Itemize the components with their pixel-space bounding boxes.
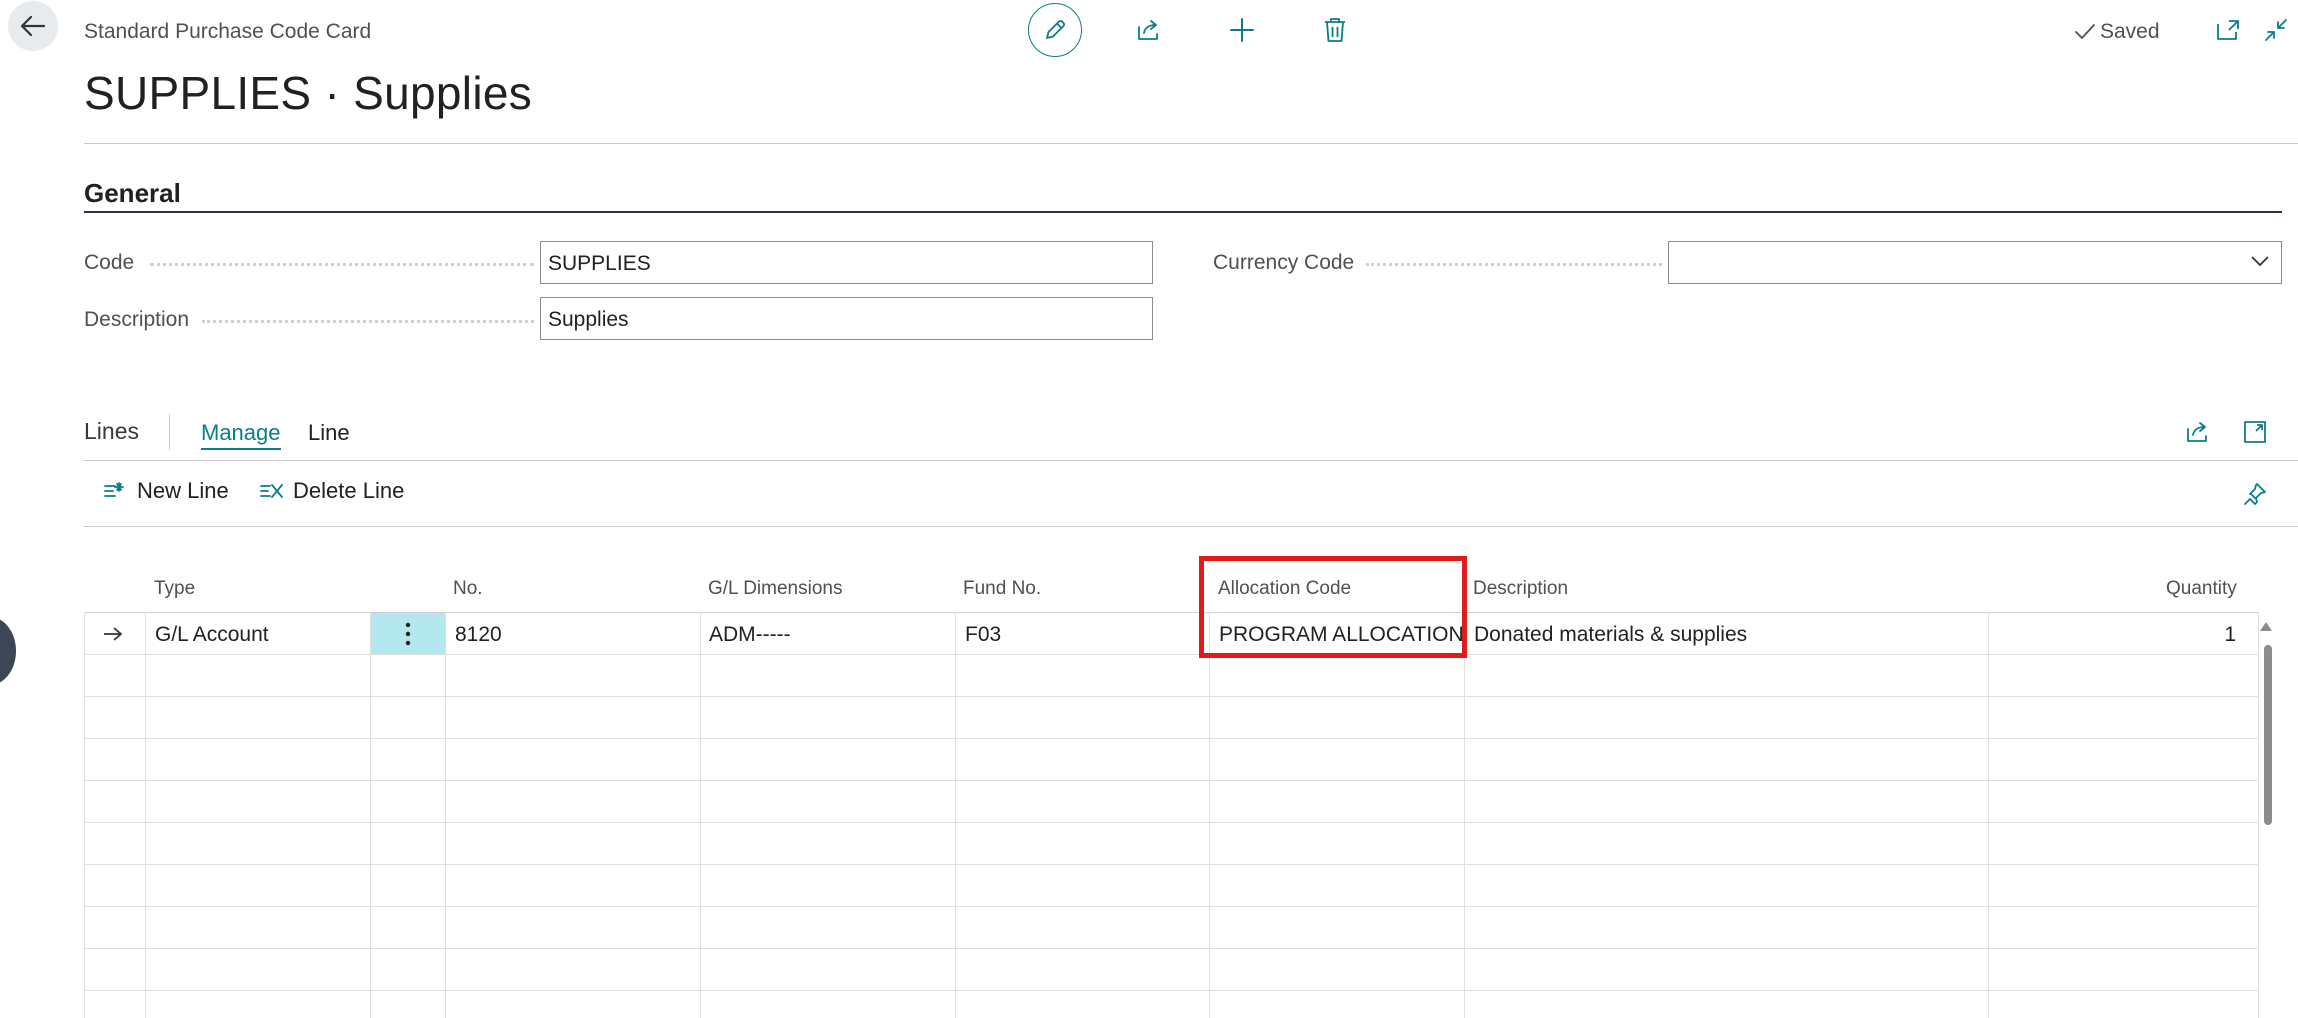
pin-icon bbox=[2244, 483, 2266, 505]
col-header-fund-no[interactable]: Fund No. bbox=[963, 578, 1041, 600]
section-title-general: General bbox=[84, 178, 181, 208]
grid-col-line bbox=[1464, 612, 1465, 1018]
scroll-thumb[interactable] bbox=[2264, 645, 2272, 825]
grid-col-line bbox=[700, 612, 701, 1018]
chevron-down-icon[interactable] bbox=[2250, 255, 2270, 267]
section-divider bbox=[84, 211, 2282, 213]
saved-status: Saved bbox=[2074, 20, 2160, 44]
pin-button[interactable] bbox=[2243, 482, 2267, 506]
share-button[interactable] bbox=[1120, 0, 1178, 60]
collapse-button[interactable] bbox=[2254, 0, 2298, 60]
col-header-quantity[interactable]: Quantity bbox=[2166, 578, 2237, 600]
lines-share-button[interactable] bbox=[2185, 420, 2211, 444]
grid-row-line bbox=[84, 822, 2259, 823]
share-icon bbox=[1138, 20, 1158, 40]
col-header-type[interactable]: Type bbox=[154, 578, 195, 600]
back-button[interactable] bbox=[8, 1, 58, 51]
col-header-description[interactable]: Description bbox=[1473, 578, 1568, 600]
lines-divider-top bbox=[84, 460, 2298, 461]
trash-icon bbox=[1325, 18, 1345, 42]
grid-col-line bbox=[370, 612, 371, 1018]
grid-col-line bbox=[145, 612, 146, 1018]
cell-description[interactable]: Donated materials & supplies bbox=[1474, 623, 1747, 647]
plus-icon bbox=[1230, 18, 1254, 42]
grid-row-line bbox=[84, 738, 2259, 739]
grid-col-line bbox=[84, 612, 85, 1018]
new-line-icon bbox=[104, 482, 124, 497]
currency-code-select[interactable] bbox=[1668, 241, 2282, 284]
grid-col-line bbox=[955, 612, 956, 1018]
checkmark-icon bbox=[2075, 24, 2095, 40]
grid-col-line bbox=[445, 612, 446, 1018]
cell-no[interactable]: 8120 bbox=[455, 623, 502, 647]
col-header-gl-dimensions[interactable]: G/L Dimensions bbox=[708, 578, 842, 600]
grid-row-line bbox=[84, 990, 2259, 991]
cell-quantity[interactable]: 1 bbox=[2200, 623, 2236, 647]
code-label: Code bbox=[84, 251, 135, 274]
grid-row-line bbox=[84, 864, 2259, 865]
cell-type[interactable]: G/L Account bbox=[155, 623, 269, 647]
page-title: SUPPLIES · Supplies bbox=[84, 67, 533, 119]
open-in-new-window-icon bbox=[2217, 20, 2239, 40]
pencil-icon bbox=[1046, 19, 1066, 39]
header-divider bbox=[84, 143, 2298, 144]
row-actions-button[interactable] bbox=[371, 613, 445, 654]
new-line-button[interactable]: New Line bbox=[103, 478, 229, 504]
open-new-window-button[interactable] bbox=[2199, 0, 2257, 60]
currency-code-label: Currency Code bbox=[1213, 251, 1355, 274]
grid-row-line bbox=[84, 654, 2259, 655]
description-label: Description bbox=[84, 308, 190, 331]
code-field[interactable]: SUPPLIES bbox=[540, 241, 1153, 284]
more-vertical-icon bbox=[405, 622, 411, 645]
code-leader-dots bbox=[150, 263, 534, 266]
cell-fund-no[interactable]: F03 bbox=[965, 623, 1001, 647]
grid-row-line bbox=[84, 780, 2259, 781]
delete-line-label: Delete Line bbox=[293, 478, 405, 503]
highlight-box bbox=[1199, 556, 1467, 658]
lines-divider-toolbar bbox=[84, 526, 2298, 527]
grid-row-line bbox=[84, 696, 2259, 697]
lines-expand-button[interactable] bbox=[2243, 420, 2267, 444]
expand-icon bbox=[2244, 421, 2266, 443]
row-current-arrow-icon bbox=[102, 626, 124, 642]
scroll-up-arrow-icon[interactable] bbox=[2259, 621, 2273, 633]
breadcrumb: Standard Purchase Code Card bbox=[84, 20, 372, 43]
saved-label: Saved bbox=[2100, 20, 2160, 43]
col-header-no[interactable]: No. bbox=[453, 578, 483, 600]
new-line-label: New Line bbox=[137, 478, 229, 503]
tab-line[interactable]: Line bbox=[308, 420, 350, 446]
delete-line-button[interactable]: Delete Line bbox=[259, 478, 404, 504]
delete-record-button[interactable] bbox=[1306, 0, 1364, 60]
grid-row-line bbox=[84, 948, 2259, 949]
tab-manage[interactable]: Manage bbox=[201, 420, 281, 450]
share-icon bbox=[2187, 422, 2207, 442]
cell-gl-dimensions-link[interactable]: ADM----- bbox=[709, 623, 791, 647]
description-field[interactable]: Supplies bbox=[540, 297, 1153, 340]
currency-leader-dots bbox=[1366, 263, 1662, 266]
delete-line-icon bbox=[260, 484, 283, 498]
new-record-button[interactable] bbox=[1213, 0, 1271, 60]
grid-row-line bbox=[84, 906, 2259, 907]
edit-button[interactable] bbox=[1028, 3, 1082, 57]
lines-title: Lines bbox=[84, 418, 139, 444]
description-leader-dots bbox=[202, 320, 534, 323]
side-panel-handle[interactable] bbox=[0, 617, 16, 685]
lines-title-separator bbox=[169, 414, 170, 450]
grid-col-line bbox=[1209, 612, 1210, 1018]
collapse-icon bbox=[2265, 19, 2287, 41]
grid-col-line bbox=[1988, 612, 1989, 1018]
arrow-left-icon bbox=[20, 15, 46, 37]
